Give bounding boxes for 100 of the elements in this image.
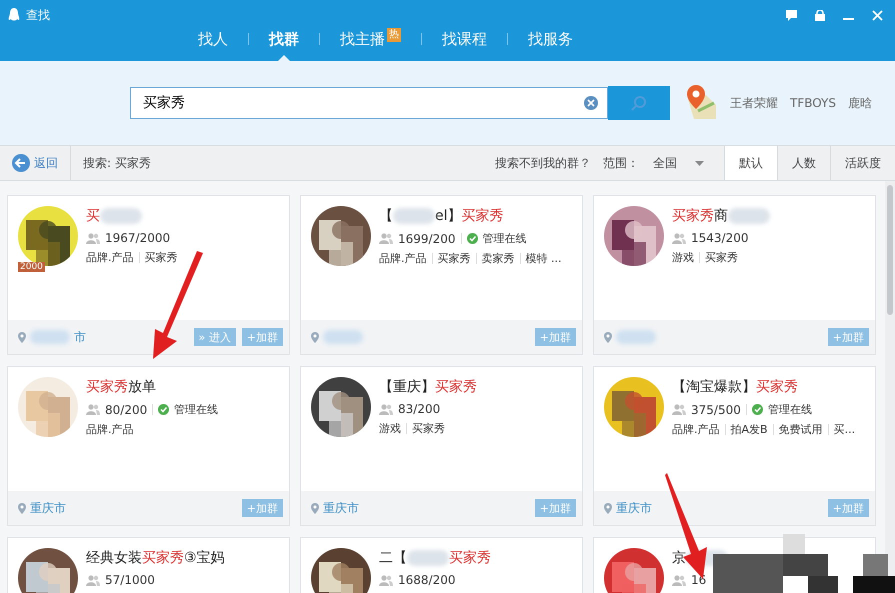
map-pin-icon [684,85,718,121]
range-dropdown[interactable]: 全国 [653,154,704,172]
tag-text: 买家秀 [705,250,738,265]
tag-text: 免费试用 [778,422,823,437]
title-text: 【重庆】 [379,378,435,396]
members-icon [379,233,393,244]
member-count: 1688/200 [398,573,456,587]
title-text: 商 [714,207,728,225]
clear-icon [584,96,598,110]
title-text: 二【 [379,549,407,567]
hot-word-link[interactable]: 鹿晗 [848,94,872,112]
sort-tab[interactable]: 默认 [724,146,777,180]
location-pin-icon [604,502,612,514]
scrollbar-thumb[interactable] [887,185,893,315]
tag-text: 买家秀 [438,251,470,266]
member-count: 1543/200 [691,231,748,245]
search-icon [631,95,647,111]
sort-tab[interactable]: 人数 [777,146,830,180]
sort-tab[interactable]: 活跃度 [830,146,895,180]
tab[interactable]: 找人 [178,24,248,54]
title-text: 买 [86,207,100,225]
title-text: 买家秀 [142,549,184,567]
title-text: 【 [379,207,393,225]
caret-icon [695,160,704,166]
help-link[interactable]: 搜索不到我的群？ [495,154,591,172]
tag-text: 模特 ... [526,251,562,266]
tag-text: 游戏 [379,421,401,436]
hot-badge: 热 [387,28,401,42]
location-pin-icon [18,502,26,514]
tag-text: 游戏 [672,250,694,265]
title-text: 买家秀 [672,207,714,225]
location-pin-icon [311,332,319,342]
card-button[interactable]: +加群 [828,499,869,517]
location-pin-icon [18,332,26,342]
card-button[interactable]: +加群 [534,499,576,517]
minimize-icon [843,18,854,20]
tag-text: 品牌.产品 [672,422,720,437]
member-count: 83/200 [398,402,440,416]
members-icon [86,574,100,586]
hot-word-link[interactable]: TFBOYS [790,96,836,110]
location-pin-icon [604,332,612,342]
title-text: 买家秀 [86,378,128,396]
back-button[interactable]: 返回 [0,146,71,180]
title-text: 买家秀 [462,207,504,225]
members-icon [672,404,686,415]
location-text: 市 [74,328,86,346]
tag-text: 拍A发B [730,422,768,437]
feedback-icon [786,10,797,20]
hot-word-link[interactable]: 王者荣耀 [730,94,778,112]
penguin-icon [8,8,20,22]
location-text: 重庆市 [30,500,66,516]
location-text: 重庆市 [616,500,652,516]
title-text: 【淘宝爆款】 [672,378,756,396]
tag-text: 买家秀 [144,250,178,265]
tag-text: 品牌.产品 [86,422,134,437]
member-count: 1699/200 [398,232,456,246]
tag-text: 买... [834,422,856,437]
card-button[interactable]: +加群 [534,328,576,346]
card-button[interactable]: +加群 [242,499,283,517]
title-text: el】 [435,207,462,225]
members-icon [379,404,393,414]
member-count: 1967/2000 [105,231,170,245]
card-button[interactable]: +加群 [242,328,283,346]
title-text: 买家秀 [435,378,477,396]
members-icon [672,232,686,244]
title-text: 放单 [128,378,156,396]
tab[interactable]: 找主播 热 [320,24,421,54]
tag-text: 卖家秀 [482,251,514,266]
close-icon [872,10,883,20]
location-pin-icon [311,502,319,514]
members-icon [86,404,100,415]
title-text: 买家秀 [756,378,798,396]
tag-text: 品牌.产品 [86,250,134,265]
range-label: 范围： [603,154,639,172]
lock-icon [815,10,825,20]
window-title: 查找 [26,6,51,24]
title-text: ③宝妈 [184,549,225,567]
card-button[interactable]: » 进入 [194,328,236,346]
tag-text: 品牌.产品 [379,251,426,266]
title-text: 经典女装 [86,549,142,567]
members-icon [86,232,100,244]
admin-online-text: 管理在线 [174,402,218,417]
tab[interactable]: 找课程 [422,24,507,54]
search-button[interactable] [608,86,670,120]
tag-text: 买家秀 [412,421,445,436]
member-count: 375/500 [691,402,741,416]
tab[interactable]: 找服务 [508,24,593,54]
admin-online-text: 管理在线 [768,402,812,417]
member-count: 57/1000 [105,573,155,587]
admin-online-text: 管理在线 [482,231,526,246]
title-text: 买家秀 [449,549,491,567]
member-count: 80/200 [105,402,148,416]
members-icon [672,574,686,586]
members-icon [379,574,393,586]
level-badge: 2000 [18,262,45,272]
card-button[interactable]: +加群 [828,328,869,346]
title-text: 京 [672,549,686,567]
location-text: 重庆市 [323,500,359,516]
search-field[interactable]: 买家秀 [130,87,608,119]
search-query-text: 搜索: 买家秀 [83,154,151,172]
